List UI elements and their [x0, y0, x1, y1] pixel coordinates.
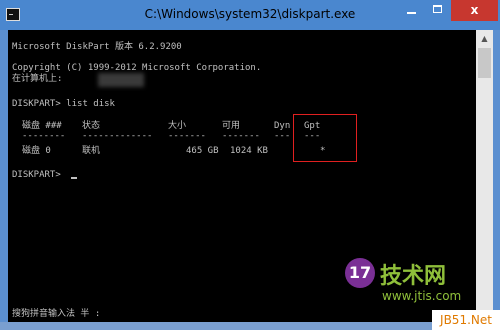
table-divider-dyn: ---: [274, 131, 291, 141]
console-cursor: [71, 177, 77, 179]
watermark-logo: 17: [345, 258, 375, 288]
table-divider-size: -------: [168, 131, 206, 141]
table-header-size: 大小: [168, 121, 187, 131]
minimize-button[interactable]: [398, 0, 425, 21]
window-titlebar[interactable]: C:\Windows\system32\diskpart.exe x: [0, 0, 500, 30]
maximize-icon: [433, 5, 442, 13]
table-header-status: 状态: [82, 121, 101, 131]
gpt-highlight-box: [293, 114, 357, 162]
table-header-free: 可用: [222, 121, 241, 131]
console-computer-line: 在计算机上:: [12, 74, 68, 84]
table-divider-disk: --------: [22, 131, 66, 141]
console-scrollbar[interactable]: ▲ ▼: [476, 30, 493, 322]
close-button[interactable]: x: [451, 0, 498, 21]
console-copyright-line: Copyright (C) 1999-2012 Microsoft Corpor…: [12, 63, 262, 73]
table-header-dyn: Dyn: [274, 121, 291, 131]
console-version-line: Microsoft DiskPart 版本 6.2.9200: [12, 42, 182, 52]
table-cell-free: 1024 KB: [230, 146, 268, 156]
table-divider-status: -------------: [82, 131, 153, 141]
watermark-url: www.jtis.com: [382, 289, 462, 303]
scrollbar-thumb[interactable]: [478, 48, 491, 78]
table-cell-disk: 磁盘 0: [22, 146, 51, 156]
table-cell-status: 联机: [82, 146, 101, 156]
table-cell-size: 465 GB: [186, 146, 219, 156]
table-header-disk: 磁盘 ###: [22, 121, 62, 131]
scroll-up-icon[interactable]: ▲: [476, 30, 493, 47]
ime-status-bar: 搜狗拼音输入法 半 :: [12, 309, 101, 319]
console-prompt-line: DISKPART>: [12, 170, 67, 180]
watermark-title: 技术网: [380, 264, 447, 289]
watermark-footer: JB51.Net: [432, 310, 500, 330]
maximize-button[interactable]: [425, 0, 451, 21]
minimize-icon: [407, 12, 416, 14]
window-bottom-border: [0, 322, 500, 330]
console-command-line: DISKPART> list disk: [12, 99, 115, 109]
redacted-computer-name: [98, 73, 144, 87]
close-icon: x: [470, 3, 479, 17]
table-divider-free: -------: [222, 131, 260, 141]
